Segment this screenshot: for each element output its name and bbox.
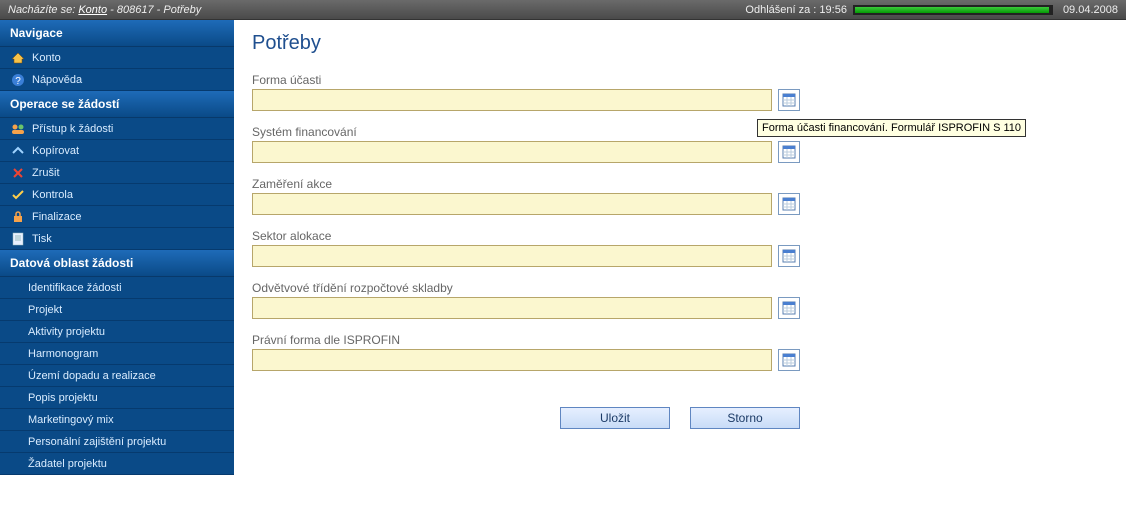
- breadcrumb-konto-link[interactable]: Konto: [78, 4, 107, 16]
- odvetvove-trideni-input[interactable]: [252, 297, 772, 319]
- field-label: Odvětvové třídění rozpočtové skladby: [252, 281, 1108, 295]
- sidebar-section-navigace: Navigace: [0, 20, 234, 47]
- sidebar-section-operace: Operace se žádostí: [0, 91, 234, 118]
- sidebar-item-label: Aktivity projektu: [28, 326, 105, 338]
- sidebar-item-label: Zrušit: [32, 167, 60, 179]
- breadcrumb-id: 808617: [117, 4, 154, 16]
- sidebar-item-kopirovat[interactable]: Kopírovat: [0, 140, 234, 162]
- picker-button[interactable]: [778, 89, 800, 111]
- sidebar-item-label: Personální zajištění projektu: [28, 436, 166, 448]
- sidebar-item-kontrola[interactable]: Kontrola: [0, 184, 234, 206]
- picker-button[interactable]: [778, 193, 800, 215]
- main-content: Potřeby Forma účasti Systém financování …: [234, 20, 1126, 475]
- field-odvetvove-trideni: Odvětvové třídění rozpočtové skladby: [252, 281, 1108, 319]
- sektor-alokace-input[interactable]: [252, 245, 772, 267]
- sidebar-item-label: Kontrola: [32, 189, 73, 201]
- sidebar-item-label: Identifikace žádosti: [28, 282, 122, 294]
- field-label: Sektor alokace: [252, 229, 1108, 243]
- grid-icon: [782, 353, 796, 367]
- button-row: Uložit Storno: [252, 407, 1108, 429]
- sidebar-item-label: Konto: [32, 52, 61, 64]
- sidebar-item-label: Finalizace: [32, 211, 82, 223]
- lock-icon: [10, 209, 26, 225]
- field-system-financovani: Systém financování Forma účasti financov…: [252, 125, 1108, 163]
- field-label: Právní forma dle ISPROFIN: [252, 333, 1108, 347]
- sidebar-item-pristup[interactable]: Přístup k žádosti: [0, 118, 234, 140]
- save-button[interactable]: Uložit: [560, 407, 670, 429]
- help-icon: ?: [10, 72, 26, 88]
- sidebar-item-label: Nápověda: [32, 74, 82, 86]
- system-financovani-input[interactable]: [252, 141, 772, 163]
- field-label: Zaměření akce: [252, 177, 1108, 191]
- cancel-icon: [10, 165, 26, 181]
- sidebar-item-label: Popis projektu: [28, 392, 98, 404]
- location-prefix: Nacházíte se:: [8, 4, 75, 16]
- sidebar-item-label: Projekt: [28, 304, 62, 316]
- picker-button[interactable]: [778, 349, 800, 371]
- sidebar-item-aktivity[interactable]: Aktivity projektu: [0, 321, 234, 343]
- picker-button[interactable]: [778, 141, 800, 163]
- sidebar-item-label: Tisk: [32, 233, 52, 245]
- sidebar-item-popis[interactable]: Popis projektu: [0, 387, 234, 409]
- sidebar-item-label: Harmonogram: [28, 348, 98, 360]
- grid-icon: [782, 301, 796, 315]
- picker-button[interactable]: [778, 297, 800, 319]
- sidebar-item-uzemi[interactable]: Území dopadu a realizace: [0, 365, 234, 387]
- picker-button[interactable]: [778, 245, 800, 267]
- breadcrumb-page: Potřeby: [163, 4, 201, 16]
- print-icon: [10, 231, 26, 247]
- sidebar-item-identifikace[interactable]: Identifikace žádosti: [0, 277, 234, 299]
- sidebar-item-label: Přístup k žádosti: [32, 123, 113, 135]
- sidebar-item-label: Území dopadu a realizace: [28, 370, 156, 382]
- field-zamereni-akce: Zaměření akce: [252, 177, 1108, 215]
- sidebar-item-zadatel[interactable]: Žadatel projektu: [0, 453, 234, 475]
- field-label: Forma účasti: [252, 73, 1108, 87]
- page-title: Potřeby: [252, 32, 1108, 55]
- sidebar-item-tisk[interactable]: Tisk: [0, 228, 234, 250]
- users-icon: [10, 121, 26, 137]
- top-bar: Nacházíte se: Konto - 808617 - Potřeby O…: [0, 0, 1126, 20]
- sidebar-item-marketing[interactable]: Marketingový mix: [0, 409, 234, 431]
- pravni-forma-input[interactable]: [252, 349, 772, 371]
- forma-ucasti-input[interactable]: [252, 89, 772, 111]
- grid-icon: [782, 249, 796, 263]
- field-pravni-forma: Právní forma dle ISPROFIN: [252, 333, 1108, 371]
- tooltip: Forma účasti financování. Formulář ISPRO…: [757, 119, 1026, 137]
- home-icon: [10, 50, 26, 66]
- sidebar-item-label: Kopírovat: [32, 145, 79, 157]
- sidebar-item-napoveda[interactable]: ? Nápověda: [0, 69, 234, 91]
- session-progress-bar: [853, 5, 1053, 15]
- field-forma-ucasti: Forma účasti: [252, 73, 1108, 111]
- sidebar-item-konto[interactable]: Konto: [0, 47, 234, 69]
- field-sektor-alokace: Sektor alokace: [252, 229, 1108, 267]
- sidebar-item-zrusit[interactable]: Zrušit: [0, 162, 234, 184]
- cancel-button[interactable]: Storno: [690, 407, 800, 429]
- sidebar: Navigace Konto ? Nápověda Operace se žád…: [0, 20, 234, 475]
- svg-text:?: ?: [15, 76, 21, 87]
- check-icon: [10, 187, 26, 203]
- logout-timer: Odhlášení za : 19:56: [745, 4, 847, 16]
- sidebar-item-personalni[interactable]: Personální zajištění projektu: [0, 431, 234, 453]
- sidebar-item-harmonogram[interactable]: Harmonogram: [0, 343, 234, 365]
- grid-icon: [782, 145, 796, 159]
- sidebar-item-label: Marketingový mix: [28, 414, 114, 426]
- sidebar-item-projekt[interactable]: Projekt: [0, 299, 234, 321]
- current-date: 09.04.2008: [1063, 4, 1118, 16]
- sidebar-section-datova: Datová oblast žádosti: [0, 250, 234, 277]
- copy-icon: [10, 143, 26, 159]
- sidebar-item-label: Žadatel projektu: [28, 458, 107, 470]
- grid-icon: [782, 197, 796, 211]
- sidebar-item-finalizace[interactable]: Finalizace: [0, 206, 234, 228]
- grid-icon: [782, 93, 796, 107]
- zamereni-akce-input[interactable]: [252, 193, 772, 215]
- breadcrumb: Nacházíte se: Konto - 808617 - Potřeby: [8, 4, 201, 16]
